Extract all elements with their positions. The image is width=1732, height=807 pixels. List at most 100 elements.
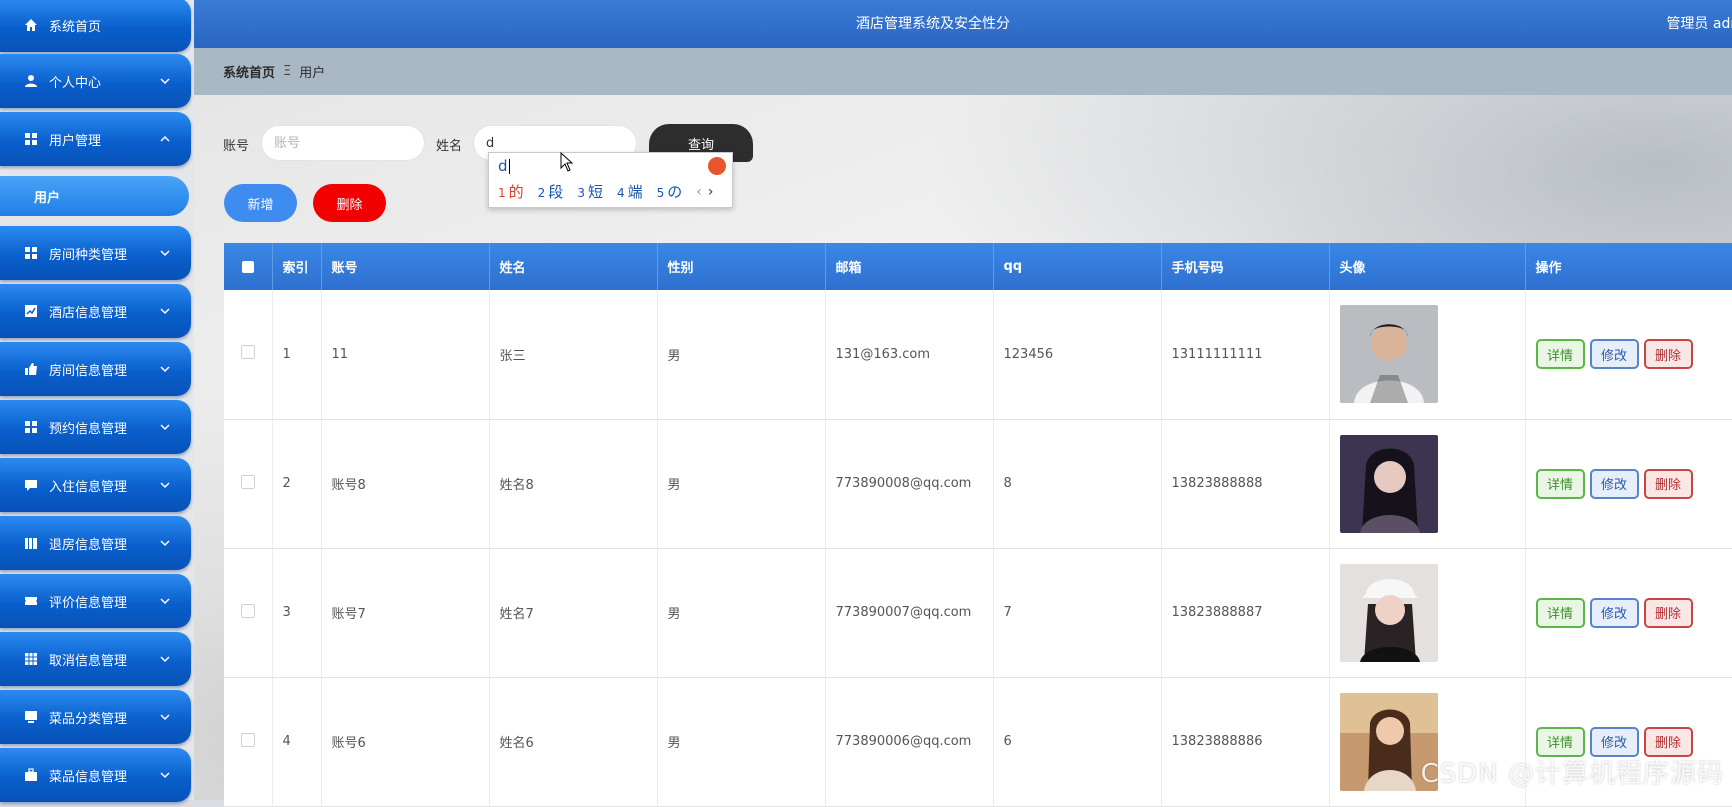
cell-actions: 详情 修改 删除 [1525, 419, 1732, 549]
sidebar-item-label: 系统首页 [49, 19, 102, 35]
delete-button[interactable]: 删除 [1643, 468, 1693, 499]
table-row: 2 账号8 姓名8 男 773890008@qq.com 8 138238888… [224, 419, 1732, 549]
briefcase-icon [23, 767, 39, 783]
watermark: CSDN @计算机程序源码 [1420, 759, 1724, 789]
breadcrumb-separator: Ξ [283, 64, 292, 79]
row-checkbox[interactable] [240, 345, 255, 360]
sidebar-item-label: 预约信息管理 [49, 421, 128, 437]
detail-button[interactable]: 详情 [1535, 468, 1585, 499]
chevron-down-icon [160, 78, 170, 85]
detail-button[interactable]: 详情 [1535, 726, 1585, 757]
column-header: 邮箱 [825, 243, 994, 290]
cell-avatar [1329, 419, 1526, 549]
row-checkbox[interactable] [240, 474, 255, 489]
row-checkbox[interactable] [240, 603, 255, 618]
row-select-cell[interactable] [224, 548, 273, 678]
sidebar-item-room-type[interactable]: 房间种类管理 [0, 226, 191, 280]
sidebar-item-label: 菜品信息管理 [49, 769, 128, 785]
sidebar-item-hotel-info[interactable]: 酒店信息管理 [0, 284, 191, 338]
select-all-cell[interactable] [224, 243, 273, 290]
sidebar: 系统首页 个人中心 用户管理 用户 房间种类管理 酒店信息管理 房间信息管理 预… [0, 0, 194, 802]
chevron-down-icon [160, 540, 170, 547]
table-header-row: 索引 账号 姓名 性别 邮箱 qq 手机号码 头像 操作 [224, 243, 1732, 290]
sidebar-item-personal[interactable]: 个人中心 [0, 54, 191, 108]
sidebar-item-user-mgmt[interactable]: 用户管理 [0, 112, 191, 166]
batch-delete-button[interactable]: 删除 [313, 184, 386, 222]
cell-name: 姓名6 [489, 677, 658, 807]
sidebar-item-label: 取消信息管理 [49, 653, 128, 669]
edit-button[interactable]: 修改 [1589, 726, 1639, 757]
sidebar-item-home[interactable]: 系统首页 [0, 0, 191, 52]
cell-phone: 13111111111 [1161, 290, 1330, 420]
row-select-cell[interactable] [224, 677, 273, 807]
select-all-checkbox[interactable] [241, 260, 254, 273]
sidebar-item-checkout[interactable]: 退房信息管理 [0, 516, 191, 570]
edit-button[interactable]: 修改 [1589, 339, 1639, 370]
sidebar-item-label: 用户管理 [49, 133, 102, 149]
cell-name: 姓名7 [489, 548, 658, 678]
row-select-cell[interactable] [224, 419, 273, 549]
cell-email: 131@163.com [825, 290, 994, 420]
sidebar-item-cancel[interactable]: 取消信息管理 [0, 632, 191, 686]
ime-candidate[interactable]: 2段 [538, 181, 564, 202]
ime-next-icon[interactable]: › [708, 184, 714, 200]
ime-candidate[interactable]: 4端 [617, 181, 643, 202]
sidebar-subitem-user[interactable]: 用户 [0, 176, 189, 216]
sidebar-item-dish-info[interactable]: 菜品信息管理 [0, 748, 191, 802]
ime-candidate[interactable]: 3短 [577, 181, 603, 202]
edit-button[interactable]: 修改 [1589, 597, 1639, 628]
home-icon [23, 17, 39, 33]
chart-icon [23, 303, 39, 319]
cell-name: 张三 [489, 290, 658, 420]
delete-button[interactable]: 删除 [1643, 726, 1693, 757]
chevron-down-icon [160, 656, 170, 663]
chevron-down-icon [160, 482, 170, 489]
sidebar-item-label: 房间种类管理 [49, 247, 128, 263]
chevron-down-icon [160, 424, 170, 431]
ime-prev-icon[interactable]: ‹ [696, 184, 702, 200]
grid-icon [23, 419, 39, 435]
sidebar-item-label: 个人中心 [49, 75, 102, 91]
add-button[interactable]: 新增 [224, 184, 297, 222]
sidebar-item-dish-category[interactable]: 菜品分类管理 [0, 690, 191, 744]
app-title: 酒店管理系统及安全性分 [856, 16, 1010, 32]
ime-candidate[interactable]: 1的 [498, 181, 524, 202]
table-icon [23, 651, 39, 667]
breadcrumb-current: 用户 [299, 66, 326, 81]
avatar [1339, 434, 1438, 533]
chevron-down-icon [160, 250, 170, 257]
cell-qq: 6 [993, 677, 1162, 807]
detail-button[interactable]: 详情 [1535, 339, 1585, 370]
sidebar-item-review[interactable]: 评价信息管理 [0, 574, 191, 628]
row-select-cell[interactable] [224, 290, 273, 420]
top-header: 酒店管理系统及安全性分 管理员 adm [194, 0, 1732, 48]
sidebar-item-label: 房间信息管理 [49, 363, 128, 379]
cell-gender: 男 [657, 677, 826, 807]
detail-button[interactable]: 详情 [1535, 597, 1585, 628]
cell-account: 账号7 [321, 548, 490, 678]
admin-user-menu[interactable]: 管理员 adm [1666, 13, 1732, 33]
chevron-up-icon [160, 135, 170, 142]
delete-button[interactable]: 删除 [1643, 597, 1693, 628]
row-checkbox[interactable] [240, 732, 255, 747]
edit-button[interactable]: 修改 [1589, 468, 1639, 499]
avatar [1339, 305, 1438, 404]
column-header: 姓名 [489, 243, 658, 290]
ime-page-arrows[interactable]: ‹ › [696, 184, 713, 200]
name-label: 姓名 [436, 139, 463, 154]
ime-candidate[interactable]: 5の [657, 181, 683, 202]
sidebar-item-room-info[interactable]: 房间信息管理 [0, 342, 191, 396]
book-icon [23, 535, 39, 551]
mouse-cursor-icon [560, 152, 574, 172]
avatar [1339, 563, 1438, 662]
delete-button[interactable]: 删除 [1643, 339, 1693, 370]
column-header: qq [993, 243, 1162, 290]
breadcrumb-home[interactable]: 系统首页 [223, 62, 275, 81]
cell-phone: 13823888886 [1161, 677, 1330, 807]
sidebar-item-booking[interactable]: 预约信息管理 [0, 400, 191, 454]
monitor-icon [23, 709, 39, 725]
account-search-input[interactable] [261, 125, 425, 161]
cell-gender: 男 [657, 548, 826, 678]
cell-avatar [1329, 290, 1526, 420]
sidebar-item-checkin[interactable]: 入住信息管理 [0, 458, 191, 512]
